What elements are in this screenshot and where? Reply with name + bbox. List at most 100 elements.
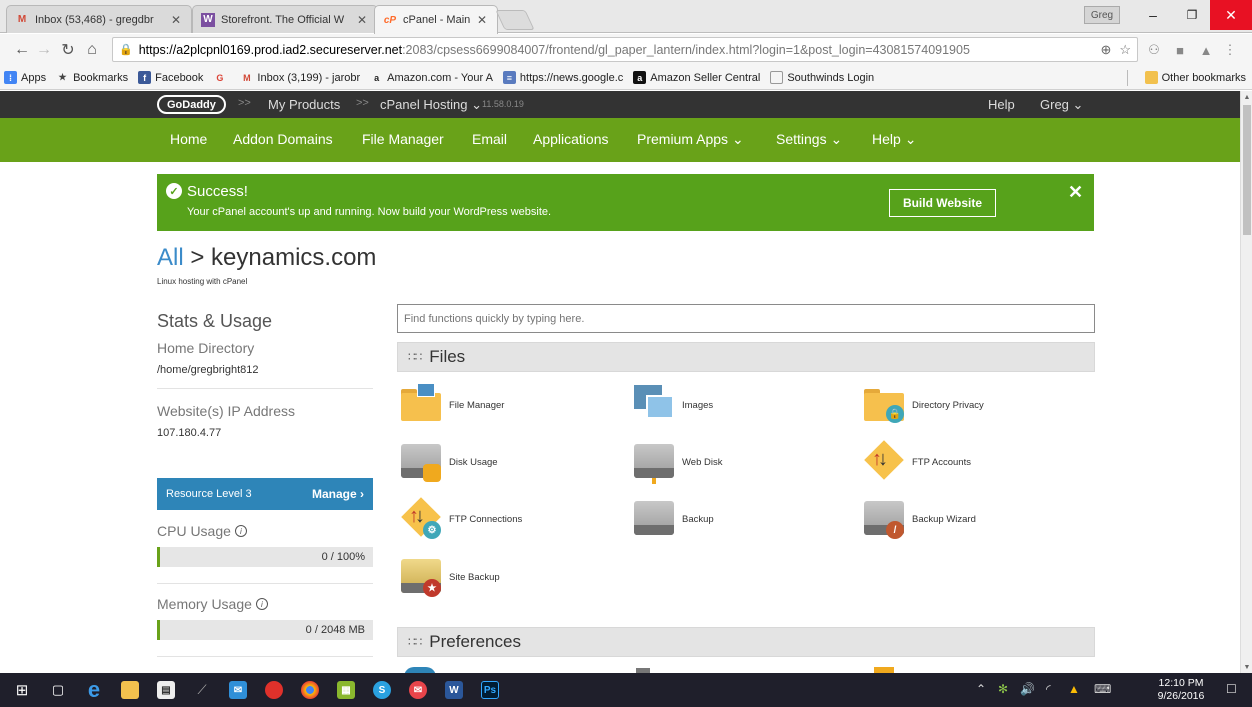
info-icon[interactable]: i xyxy=(234,525,247,537)
back-icon[interactable]: ← xyxy=(12,40,32,60)
manage-link[interactable]: Manage › xyxy=(312,487,364,501)
page-scrollbar[interactable]: ▲ ▼ xyxy=(1240,91,1252,673)
clock-time: 12:10 PM xyxy=(1158,677,1204,689)
search-input[interactable] xyxy=(397,304,1095,333)
images-item[interactable]: Images xyxy=(632,383,713,427)
action-center-icon[interactable]: ☐ xyxy=(1226,682,1237,696)
page-subtitle: Linux hosting with cPanel xyxy=(157,277,248,286)
web-disk-item[interactable]: Web Disk xyxy=(632,440,722,484)
word-icon[interactable]: W xyxy=(436,673,472,707)
close-icon[interactable]: ✕ xyxy=(477,13,489,27)
bookmark-facebook[interactable]: f Facebook xyxy=(138,71,203,84)
email-client-icon[interactable]: ✉ xyxy=(400,673,436,707)
success-title: Success! xyxy=(187,183,248,200)
scroll-down-icon[interactable]: ▼ xyxy=(1241,661,1252,673)
edge-icon[interactable]: e xyxy=(76,673,112,707)
nav-help[interactable]: Help ⌄ xyxy=(872,131,916,148)
bookmark-southwinds[interactable]: Southwinds Login xyxy=(770,71,874,84)
google-icon: G xyxy=(216,72,224,83)
close-icon[interactable]: ✕ xyxy=(1068,182,1083,203)
cpanel-version: 11.58.0.19 xyxy=(482,99,524,109)
stats-sidebar: Stats & Usage Home Directory /home/gregb… xyxy=(157,311,373,439)
disk-usage-item[interactable]: Disk Usage xyxy=(399,440,498,484)
bookmark-star-icon[interactable]: ☆ xyxy=(1119,42,1131,58)
chrome-icon[interactable] xyxy=(292,673,328,707)
godaddy-logo[interactable]: GoDaddy xyxy=(157,95,226,114)
drive-extension-icon[interactable]: ▲ xyxy=(1198,42,1214,58)
backup-item[interactable]: Backup xyxy=(632,497,714,541)
minimize-icon[interactable]: – xyxy=(1132,0,1174,30)
restore-icon[interactable]: ❐ xyxy=(1171,0,1213,30)
volume-icon[interactable]: 🔊 xyxy=(1020,682,1035,696)
reload-icon[interactable]: ↻ xyxy=(58,40,78,60)
scroll-up-icon[interactable]: ▲ xyxy=(1241,91,1252,103)
taskbar-clock[interactable]: 12:10 PM 9/26/2016 xyxy=(1152,677,1210,703)
help-link[interactable]: Help xyxy=(988,97,1015,112)
files-section-header[interactable]: ∷∷ Files xyxy=(397,342,1095,372)
tab-title: Inbox (53,468) - gregdbr xyxy=(35,13,154,26)
bookmark-news[interactable]: ≡ https://news.google.c xyxy=(502,71,623,84)
photoshop-icon[interactable]: Ps xyxy=(472,673,508,707)
backup-wizard-item[interactable]: / Backup Wizard xyxy=(862,497,976,541)
calculator-icon[interactable]: ▦ xyxy=(328,673,364,707)
breadcrumb-all-link[interactable]: All xyxy=(157,244,184,271)
profile-button[interactable]: Greg xyxy=(1084,6,1120,24)
window-close-icon[interactable]: ✕ xyxy=(1210,0,1252,30)
tab-cpanel[interactable]: cP cPanel - Main ✕ xyxy=(374,5,498,34)
task-view-icon[interactable]: ▢ xyxy=(40,673,76,707)
tray-expand-icon[interactable]: ⌃ xyxy=(976,682,986,696)
file-explorer-icon[interactable] xyxy=(112,673,148,707)
site-backup-item[interactable]: ★ Site Backup xyxy=(399,555,500,599)
wifi-icon[interactable]: ◜ xyxy=(1046,682,1051,696)
my-products-link[interactable]: My Products xyxy=(268,97,340,112)
close-icon[interactable]: ✕ xyxy=(357,13,369,27)
nav-home[interactable]: Home xyxy=(170,131,207,147)
extension-icon[interactable]: ⚇ xyxy=(1146,42,1162,58)
bookmark-seller-central[interactable]: a Amazon Seller Central xyxy=(633,71,760,84)
zoom-icon[interactable]: ⊕ xyxy=(1100,42,1111,58)
menu-icon[interactable]: ⋮ xyxy=(1222,42,1238,58)
store-icon[interactable]: ▤ xyxy=(148,673,184,707)
skype-icon[interactable]: S xyxy=(364,673,400,707)
chevron-down-icon: ⌄ xyxy=(731,131,744,147)
tab-storefront[interactable]: W Storefront. The Official W ✕ xyxy=(192,5,378,33)
preferences-section-header[interactable]: ∷∷ Preferences xyxy=(397,627,1095,657)
tab-gmail[interactable]: M Inbox (53,468) - gregdbr ✕ xyxy=(6,5,192,33)
cpanel-hosting-dropdown[interactable]: cPanel Hosting ⌄ xyxy=(380,97,482,113)
new-tab-button[interactable] xyxy=(495,10,535,30)
folder-icon xyxy=(1144,71,1158,84)
nav-email[interactable]: Email xyxy=(472,131,507,147)
google-drive-icon[interactable]: ▲ xyxy=(1068,682,1080,696)
forward-icon[interactable]: → xyxy=(34,40,54,60)
build-website-button[interactable]: Build Website xyxy=(889,189,996,217)
nav-settings[interactable]: Settings ⌄ xyxy=(776,131,842,148)
home-icon[interactable]: ⌂ xyxy=(82,40,102,60)
info-icon[interactable]: i xyxy=(255,598,268,610)
creative-cloud-icon[interactable] xyxy=(256,673,292,707)
ftp-accounts-item[interactable]: ↑↓ FTP Accounts xyxy=(862,440,971,484)
bookmark-apps[interactable]: ⁞ Apps xyxy=(4,71,46,84)
address-bar[interactable]: 🔒 https://a2plcpnl0169.prod.iad2.secures… xyxy=(112,37,1138,62)
nav-premium-apps[interactable]: Premium Apps ⌄ xyxy=(637,131,744,148)
windows-start-icon[interactable]: ⊞ xyxy=(4,673,40,707)
mail-icon[interactable]: ✉ xyxy=(220,673,256,707)
file-manager-item[interactable]: File Manager xyxy=(399,383,504,427)
nav-file-manager[interactable]: File Manager xyxy=(362,131,444,147)
user-menu[interactable]: Greg ⌄ xyxy=(1040,97,1083,113)
bookmark-google[interactable]: G xyxy=(213,71,230,84)
keyboard-icon[interactable]: ⌨ xyxy=(1094,682,1111,696)
bookmark-amazon[interactable]: a Amazon.com - Your A xyxy=(370,71,493,84)
close-icon[interactable]: ✕ xyxy=(171,13,183,27)
extension-icon[interactable]: ■ xyxy=(1172,42,1188,58)
directory-privacy-item[interactable]: 🔒 Directory Privacy xyxy=(862,383,984,427)
site-backup-icon: ★ xyxy=(399,555,445,599)
scroll-thumb[interactable] xyxy=(1243,105,1251,235)
usb-icon[interactable]: ⟋ xyxy=(184,673,220,707)
nav-addon-domains[interactable]: Addon Domains xyxy=(233,131,333,147)
bookmark-inbox[interactable]: M Inbox (3,199) - jarobr xyxy=(240,71,360,84)
bookmark-bookmarks[interactable]: ★ Bookmarks xyxy=(56,71,129,84)
ftp-connections-item[interactable]: ↑↓ ⚙ FTP Connections xyxy=(399,497,522,541)
tray-app-icon[interactable]: ✻ xyxy=(998,682,1008,696)
other-bookmarks[interactable]: Other bookmarks xyxy=(1144,71,1246,84)
nav-applications[interactable]: Applications xyxy=(533,131,609,147)
